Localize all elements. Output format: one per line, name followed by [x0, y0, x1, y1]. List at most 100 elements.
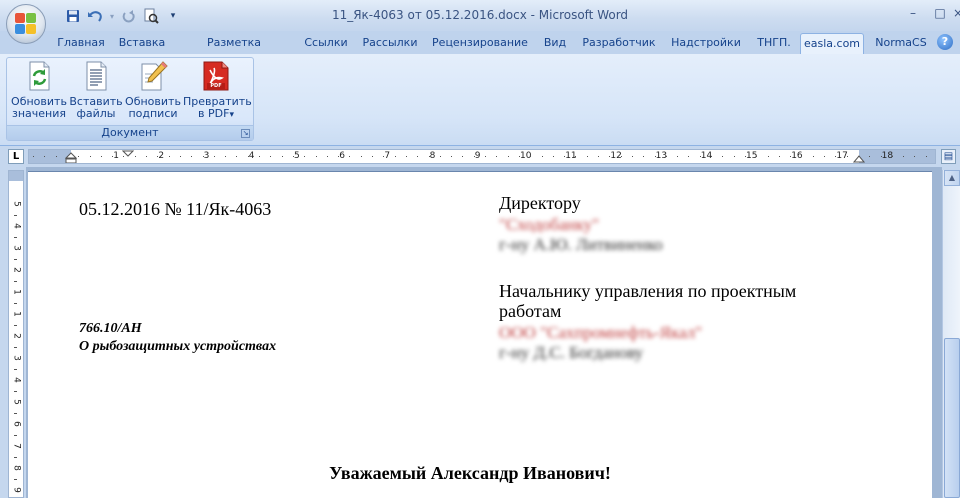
vertical-ruler-number: 5 [11, 201, 22, 207]
recipient1-person: г-ну А.Ю. Литвиненко [499, 235, 663, 254]
ruler-tick [372, 156, 373, 157]
print-preview-icon[interactable] [142, 7, 160, 25]
recipient2-org: ООО "Сахпромнефть-Якал" [499, 323, 703, 342]
tab-addins[interactable]: Надстройки [668, 33, 744, 54]
ruler-tick [530, 156, 532, 157]
ruler-row: L 1123456789101112131415161718 ▤ [0, 147, 960, 167]
vertical-ruler-tick [14, 457, 17, 458]
ruler-tick [891, 156, 893, 157]
office-button[interactable] [6, 4, 46, 44]
view-ruler-icon[interactable]: ▤ [941, 149, 956, 164]
vertical-ruler-tick [14, 369, 17, 370]
ruler-tick [44, 156, 46, 157]
ruler-number: 2 [158, 151, 165, 161]
vertical-ruler-tick [14, 237, 17, 238]
document-page[interactable]: 05.12.2016 № 11/Як-4063 Директору "Сходо… [28, 171, 932, 498]
refresh-signatures-button[interactable]: Обновить подписи [123, 60, 183, 120]
document-area[interactable]: 05.12.2016 № 11/Як-4063 Директору "Сходо… [26, 167, 942, 498]
ruler-tick [304, 156, 306, 157]
tab-normacs[interactable]: NormaCS [870, 33, 932, 54]
tab-selector[interactable]: L [8, 149, 24, 164]
ruler-tick [485, 156, 486, 157]
tab-page-layout[interactable]: Разметка страницы [178, 33, 290, 68]
vertical-ruler-tick [14, 215, 17, 216]
date-number: 05.12.2016 № 11/Як-4063 [79, 199, 272, 219]
scrollbar-thumb[interactable] [944, 338, 960, 498]
dialog-launcher-icon[interactable]: ↘ [241, 129, 250, 138]
redo-icon[interactable] [120, 7, 138, 25]
vertical-scrollbar[interactable]: ▲ [942, 170, 960, 498]
ruler-tick [134, 156, 136, 157]
tab-review[interactable]: Рецензирование [429, 33, 531, 54]
ruler-tick [869, 156, 871, 157]
ruler-tick [360, 156, 362, 157]
ruler-tick [835, 156, 837, 157]
ruler-tick [801, 156, 803, 157]
left-indent-marker[interactable] [65, 150, 77, 164]
ruler-tick [247, 156, 249, 157]
ruler-tick [778, 156, 780, 157]
undo-icon[interactable] [86, 7, 104, 25]
tab-easla[interactable]: easla.com [800, 33, 864, 54]
customize-dropdown-icon[interactable]: ▾ [164, 7, 182, 25]
refresh-values-button[interactable]: Обновить значения [11, 60, 67, 120]
ruler-tick [451, 156, 453, 157]
ruler-tick [744, 156, 746, 157]
vertical-ruler-number: 1 [11, 311, 22, 317]
ruler-tick [665, 156, 667, 157]
tab-references[interactable]: Ссылки [300, 33, 352, 54]
recipient1-title: Директору [499, 193, 581, 213]
quick-access-toolbar: ▾ ▾ [50, 6, 188, 26]
vertical-ruler-tick [14, 325, 17, 326]
recipient2-title-line1: Начальнику управления по проектным [499, 281, 797, 301]
minimize-button[interactable]: – [900, 4, 926, 22]
ruler-tick [598, 156, 599, 157]
ruler-tick [417, 156, 419, 157]
reference-code: 766.10/АН [79, 321, 142, 336]
vertical-ruler-tick [14, 281, 17, 282]
ruler-number: 7 [384, 151, 391, 161]
ruler-tick [191, 156, 193, 157]
ruler-tick [609, 156, 611, 157]
ruler-tick [790, 156, 792, 157]
ruler-tick [552, 156, 554, 157]
first-line-indent-marker[interactable] [122, 150, 134, 158]
ruler-tick [688, 156, 690, 157]
scroll-up-icon[interactable]: ▲ [944, 170, 960, 186]
horizontal-ruler[interactable]: 1123456789101112131415161718 [28, 149, 936, 164]
vertical-ruler-number: 9 [11, 487, 22, 493]
document-pencil-icon [137, 60, 169, 92]
ruler-tick [112, 156, 114, 157]
vertical-ruler-number: 5 [11, 399, 22, 405]
ruler-tick [146, 156, 147, 157]
ruler-tick [33, 156, 34, 157]
vertical-ruler-tick [14, 259, 17, 260]
convert-to-pdf-button[interactable]: PDF Превратить в PDF▾ [183, 60, 252, 121]
title-bar: ▾ ▾ 11_Як-4063 от 05.12.2016.docx - Micr… [0, 0, 960, 31]
save-icon[interactable] [64, 7, 82, 25]
close-button[interactable]: × [953, 4, 960, 22]
ruler-tick [338, 156, 340, 157]
right-indent-marker[interactable] [853, 154, 865, 164]
ruler-tick [586, 156, 588, 157]
vertical-ruler[interactable]: 5 4 3 2 1 1 2 3 4 5 6 7 8 9 [8, 170, 24, 498]
vertical-ruler-tick [14, 435, 17, 436]
tab-insert[interactable]: Вставка [116, 33, 168, 54]
vertical-ruler-number: 7 [11, 443, 22, 449]
tab-mailings[interactable]: Рассылки [360, 33, 420, 54]
tab-tngp[interactable]: ТНГП. [753, 33, 795, 54]
tab-view[interactable]: Вид [539, 33, 571, 54]
document-lines-icon [80, 60, 112, 92]
undo-dropdown-icon[interactable]: ▾ [108, 7, 116, 25]
ruler-tick [78, 156, 80, 157]
tab-home[interactable]: Главная [55, 33, 107, 54]
help-icon[interactable]: ? [937, 34, 953, 50]
tab-developer[interactable]: Разработчик [578, 33, 660, 54]
insert-files-button[interactable]: Вставить файлы [69, 60, 123, 120]
ruler-tick [292, 156, 294, 157]
ruler-tick [575, 156, 577, 157]
maximize-button[interactable]: □ [927, 4, 953, 22]
ruler-tick [462, 156, 464, 157]
ruler-tick [428, 156, 430, 157]
recipient1-org: "Сходобанку" [499, 215, 600, 234]
